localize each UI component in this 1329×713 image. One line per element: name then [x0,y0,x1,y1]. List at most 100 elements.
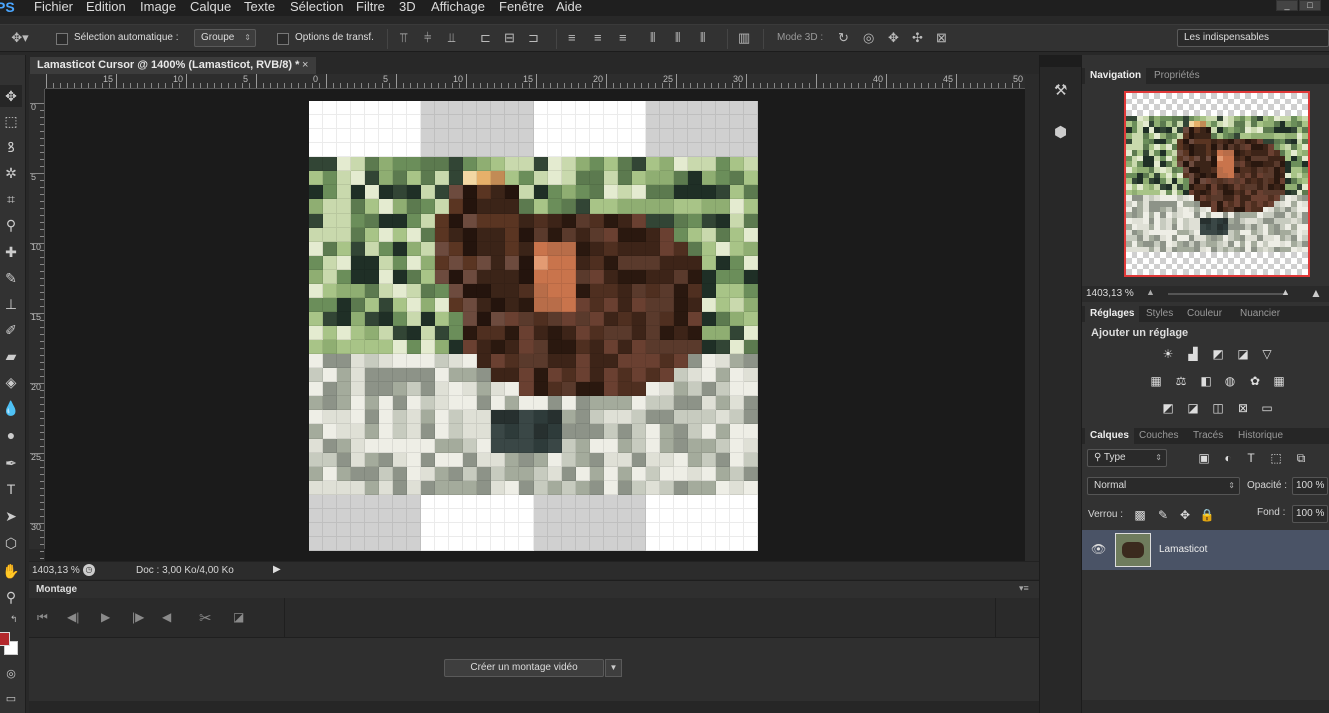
tab-navigation[interactable]: Navigation [1085,68,1147,84]
3d-cube-icon[interactable]: ⬢ [1054,123,1067,141]
transition-icon[interactable]: ◪ [233,610,244,624]
document-canvas[interactable] [309,101,758,551]
minimize-button[interactable]: _ [1276,0,1298,11]
tab-channels[interactable]: Couches [1134,428,1183,444]
auto-select-dropdown[interactable]: Groupe ⇕ [194,29,256,47]
layer-row[interactable]: 👁 Lamasticot [1082,530,1329,570]
rotate-3d-icon[interactable]: ↻ [838,31,849,45]
eyedropper-tool-icon[interactable]: ⚲ [0,214,22,236]
invert-icon[interactable]: ◩ [1160,401,1176,415]
healing-brush-tool-icon[interactable]: ✚ [0,241,22,263]
menu-3d[interactable]: 3D [399,0,416,14]
distribute-left-icon[interactable]: ⫴ [650,31,655,45]
tab-styles[interactable]: Styles [1141,306,1178,322]
mute-icon[interactable]: ◀ [162,610,171,624]
zoom-level[interactable]: 1403,13 % [32,565,80,576]
quick-mask-icon[interactable]: ◎ [0,663,22,685]
align-vcenter-icon[interactable]: ⫩ [424,31,431,45]
roll-3d-icon[interactable]: ◎ [863,31,874,45]
filter-type-icon[interactable]: T [1243,451,1259,465]
panel-menu-icon[interactable]: ▾≡ [1019,583,1029,594]
create-video-timeline-button[interactable]: Créer un montage vidéo [444,659,604,677]
document-tab[interactable]: Lamasticot Cursor @ 1400% (Lamasticot, R… [30,57,316,74]
curves-icon[interactable]: ◩ [1210,347,1226,361]
lock-all-icon[interactable]: 🔒 [1199,508,1215,522]
close-tab-icon[interactable]: × [302,57,308,74]
workspace-dropdown[interactable]: Les indispensables [1177,29,1329,47]
vibrance-icon[interactable]: ▽ [1259,347,1275,361]
move-tool-preset-icon[interactable]: ✥▾ [8,31,32,45]
menu-aide[interactable]: Aide [556,0,582,14]
layer-filter-dropdown[interactable]: ⚲ Type ⇕ [1087,449,1167,467]
tool-presets-icon[interactable]: ⚒ [1054,81,1067,99]
menu-texte[interactable]: Texte [244,0,275,14]
align-bottom-icon[interactable]: ⫫ [448,31,455,45]
menu-fenetre[interactable]: Fenêtre [499,0,544,14]
tab-color[interactable]: Couleur [1182,306,1227,322]
first-frame-icon[interactable]: ⏮ [37,610,48,625]
brightness-icon[interactable]: ☀ [1160,347,1176,361]
tab-history[interactable]: Historique [1233,428,1288,444]
transform-checkbox[interactable] [277,33,289,45]
align-left-icon[interactable]: ⊏ [480,31,491,45]
gradient-map-icon[interactable]: ⊠ [1235,401,1251,415]
tab-properties[interactable]: Propriétés [1149,68,1205,84]
history-brush-tool-icon[interactable]: ✐ [0,319,22,341]
menu-affichage[interactable]: Affichage [431,0,485,14]
blur-tool-icon[interactable]: 💧 [0,397,22,419]
menu-fichier[interactable]: Fichier [34,0,73,14]
threshold-icon[interactable]: ◫ [1210,401,1226,415]
distribute-right-icon[interactable]: ⫴ [700,31,705,45]
lasso-tool-icon[interactable]: ꝸ [0,136,22,158]
menu-edition[interactable]: Edition [86,0,126,14]
scale-3d-icon[interactable]: ⊠ [936,31,947,45]
navigator-zoom-value[interactable]: 1403,13 % [1086,288,1134,299]
distribute-vcenter-icon[interactable]: ≡ [594,31,602,45]
channel-mixer-icon[interactable]: ✿ [1247,374,1263,388]
play-icon[interactable]: ▶ [101,610,110,624]
exposure-icon[interactable]: ◪ [1235,347,1251,361]
blend-mode-dropdown[interactable]: Normal ⇕ [1087,477,1240,495]
tab-layers[interactable]: Calques [1085,428,1134,444]
visibility-eye-icon[interactable]: 👁 [1091,542,1106,556]
type-tool-icon[interactable]: T [0,478,22,500]
next-frame-icon[interactable]: |▶ [132,610,144,624]
color-balance-icon[interactable]: ⚖ [1173,374,1189,388]
align-top-icon[interactable]: ⫪ [400,31,407,45]
swap-colors-icon[interactable]: ↰ [10,614,18,625]
pan-3d-icon[interactable]: ✥ [888,31,899,45]
black-white-icon[interactable]: ◧ [1198,374,1214,388]
photo-filter-icon[interactable]: ◍ [1222,374,1238,388]
path-selection-tool-icon[interactable]: ➤ [0,505,22,527]
distribute-bottom-icon[interactable]: ≡ [619,31,627,45]
zoom-in-icon[interactable]: ▲ [1310,286,1322,300]
auto-select-checkbox[interactable] [56,33,68,45]
zoom-slider-thumb[interactable]: ▲ [1281,287,1290,297]
opacity-input[interactable]: 100 % [1292,477,1328,495]
crop-tool-icon[interactable]: ⌗ [0,188,22,210]
move-tool-icon[interactable]: ✥ [0,85,22,107]
fill-input[interactable]: 100 % [1292,505,1328,523]
foreground-color-swatch[interactable] [0,632,10,646]
posterize-icon[interactable]: ◪ [1185,401,1201,415]
tab-adjustments[interactable]: Réglages [1085,306,1140,322]
clone-stamp-tool-icon[interactable]: ⊥ [0,293,22,315]
hand-tool-icon[interactable]: ✋ [0,560,22,582]
filter-adjustment-icon[interactable]: ◐ [1220,451,1236,465]
filter-smart-object-icon[interactable]: ⧉ [1293,451,1309,465]
lock-pixels-icon[interactable]: ✎ [1155,508,1171,522]
shape-tool-icon[interactable]: ⬡ [0,532,22,554]
distribute-hcenter-icon[interactable]: ⫴ [675,31,680,45]
vertical-scrollbar[interactable] [1025,74,1039,561]
color-lookup-icon[interactable]: ▦ [1271,374,1287,388]
align-hcenter-icon[interactable]: ⊟ [504,31,515,45]
zoom-slider-track[interactable] [1168,293,1288,295]
share-icon[interactable]: ◷ [83,564,95,576]
menu-filtre[interactable]: Filtre [356,0,385,14]
status-menu-arrow-icon[interactable]: ▶ [273,564,281,575]
pen-tool-icon[interactable]: ✒ [0,452,22,474]
distribute-top-icon[interactable]: ≡ [568,31,576,45]
filter-pixel-icon[interactable]: ▣ [1196,451,1212,465]
zoom-out-icon[interactable]: ▲ [1146,287,1155,297]
align-right-icon[interactable]: ⊐ [528,31,539,45]
